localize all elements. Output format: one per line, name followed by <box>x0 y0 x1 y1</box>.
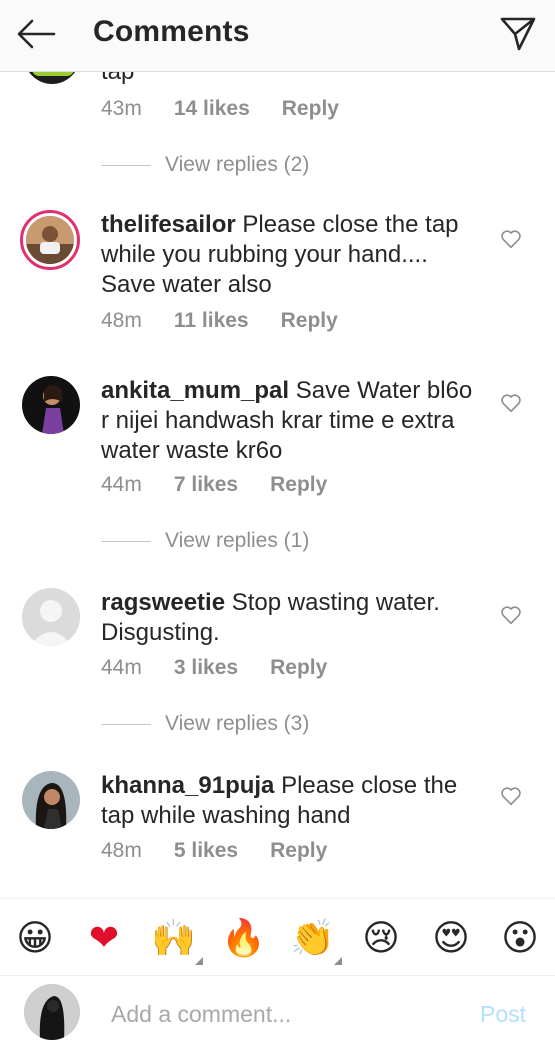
comment-time: 48m <box>101 839 142 862</box>
direct-send-icon[interactable] <box>498 14 538 54</box>
comment-meta: 44m 7 likes Reply <box>101 473 327 497</box>
view-replies-label: View replies (3) <box>165 712 310 735</box>
avatar-photo <box>22 376 80 434</box>
page-title: Comments <box>93 15 250 48</box>
comment-username[interactable]: ankita_mum_pal <box>101 377 289 404</box>
comment-username[interactable]: ragsweetie <box>101 589 225 616</box>
likes-link[interactable]: 14 likes <box>174 97 250 121</box>
comment-meta: 48m 11 likes Reply <box>101 309 338 333</box>
divider <box>101 540 151 542</box>
clapping-hands-glyph: 👏 <box>290 918 335 959</box>
avatar[interactable] <box>22 376 80 434</box>
comment-composer: Add a comment... Post <box>0 976 555 1047</box>
reply-button[interactable]: Reply <box>270 473 327 497</box>
red-heart-icon[interactable]: ❤ <box>82 917 126 961</box>
comment-text: tap <box>101 72 134 86</box>
reply-button[interactable]: Reply <box>270 839 327 863</box>
comment-body: ankita_mum_pal Save Water bl6o r nijei h… <box>101 376 481 466</box>
raising-hands-glyph: 🙌 <box>151 918 196 959</box>
like-heart-icon[interactable] <box>500 604 522 626</box>
view-replies-button[interactable]: View replies (2) <box>101 153 309 177</box>
comment-body: khanna_91puja Please close the tap while… <box>101 771 481 831</box>
avatar[interactable] <box>24 72 80 84</box>
fire-icon[interactable]: 🔥 <box>221 917 266 961</box>
view-replies-button[interactable]: View replies (1) <box>101 529 309 553</box>
grinning-face-icon[interactable]: 😀 <box>13 917 57 961</box>
comment-time: 43m <box>101 97 142 120</box>
comment-body: ragsweetie Stop wasting water. Disgustin… <box>101 588 481 648</box>
heart-eyes-icon[interactable]: 😍 <box>429 917 473 961</box>
avatar-photo <box>24 984 80 1040</box>
comment-input[interactable]: Add a comment... <box>111 1001 291 1028</box>
avatar[interactable] <box>22 588 80 646</box>
avatar-photo <box>22 771 80 829</box>
post-button[interactable]: Post <box>480 1001 526 1028</box>
like-heart-icon[interactable] <box>500 228 522 250</box>
comment-time: 44m <box>101 656 142 679</box>
likes-link[interactable]: 5 likes <box>174 839 238 863</box>
avatar[interactable] <box>22 771 80 829</box>
reply-button[interactable]: Reply <box>270 656 327 680</box>
comments-list[interactable]: tap 43m 14 likes Reply View replies (2) th… <box>0 72 555 898</box>
likes-link[interactable]: 11 likes <box>174 309 249 333</box>
view-replies-label: View replies (2) <box>165 153 310 176</box>
skin-tone-indicator <box>334 957 342 965</box>
default-avatar-icon <box>22 588 80 646</box>
comment-meta: 43m 14 likes Reply <box>101 97 339 121</box>
skin-tone-indicator <box>195 957 203 965</box>
reply-button[interactable]: Reply <box>281 309 338 333</box>
top-bar: Comments <box>0 0 555 72</box>
surprised-face-icon[interactable]: 😮 <box>498 917 542 961</box>
reply-button[interactable]: Reply <box>282 97 339 121</box>
likes-link[interactable]: 7 likes <box>174 473 238 497</box>
comment-meta: 44m 3 likes Reply <box>101 656 327 680</box>
view-replies-button[interactable]: View replies (3) <box>101 712 309 736</box>
current-user-avatar <box>24 984 80 1040</box>
crying-face-icon[interactable]: 😢 <box>359 917 403 961</box>
comment-username[interactable]: thelifesailor <box>101 211 236 238</box>
clapping-hands-icon[interactable]: 👏 <box>290 917 342 965</box>
like-heart-icon[interactable] <box>500 785 522 807</box>
likes-link[interactable]: 3 likes <box>174 656 238 680</box>
divider <box>101 723 151 725</box>
back-arrow-icon[interactable] <box>16 18 56 50</box>
comment-time: 44m <box>101 473 142 496</box>
avatar-photo <box>26 216 74 264</box>
like-heart-icon[interactable] <box>500 392 522 414</box>
divider <box>101 164 151 166</box>
avatar[interactable] <box>20 210 80 270</box>
comment-meta: 48m 5 likes Reply <box>101 839 327 863</box>
view-replies-label: View replies (1) <box>165 529 310 552</box>
emoji-quick-bar: 😀 ❤ 🙌 🔥 👏 😢 😍 😮 <box>0 898 555 976</box>
raising-hands-icon[interactable]: 🙌 <box>151 917 203 965</box>
comment-time: 48m <box>101 309 142 332</box>
comment-username[interactable]: khanna_91puja <box>101 772 274 799</box>
comment-body: thelifesailor Please close the tap while… <box>101 210 481 300</box>
